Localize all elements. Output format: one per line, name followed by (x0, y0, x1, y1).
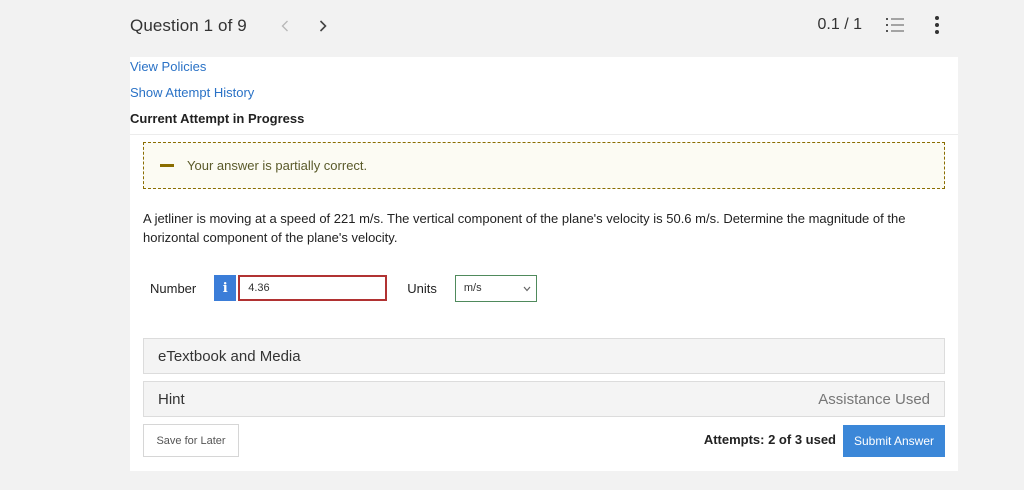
next-question-button[interactable] (319, 20, 327, 32)
save-for-later-button[interactable]: Save for Later (143, 424, 239, 457)
answer-row: Number i Units m/s (150, 274, 537, 302)
attempt-status-label: Current Attempt in Progress (130, 111, 305, 126)
info-button[interactable]: i (214, 275, 237, 301)
list-icon[interactable] (886, 17, 904, 33)
hint-label: Hint (158, 390, 185, 408)
units-label: Units (407, 280, 437, 296)
number-input[interactable] (238, 275, 388, 301)
hint-accordion[interactable]: Hint Assistance Used (143, 381, 945, 417)
etextbook-label: eTextbook and Media (158, 347, 301, 365)
attempts-counter: Attempts: 2 of 3 used (703, 432, 836, 447)
divider (130, 134, 958, 135)
question-panel: View Policies Show Attempt History Curre… (130, 57, 958, 471)
show-attempt-history-link[interactable]: Show Attempt History (130, 85, 254, 100)
feedback-text: Your answer is partially correct. (187, 158, 368, 173)
question-title: Question 1 of 9 (130, 16, 247, 35)
more-vertical-icon[interactable] (934, 15, 940, 35)
feedback-banner: Your answer is partially correct. (143, 142, 945, 189)
chevron-left-icon (281, 20, 288, 32)
number-label: Number (150, 280, 197, 296)
view-policies-link[interactable]: View Policies (130, 59, 206, 74)
chevron-right-icon (319, 20, 327, 32)
hint-status: Assistance Used (818, 390, 930, 408)
previous-question-button[interactable] (281, 20, 289, 32)
submit-answer-button[interactable]: Submit Answer (843, 425, 945, 457)
etextbook-accordion[interactable]: eTextbook and Media (143, 338, 945, 374)
question-header: Question 1 of 9 0.1 / 1 (130, 0, 958, 52)
chevron-down-icon (523, 286, 531, 291)
score: 0.1 / 1 (817, 16, 862, 33)
units-selected-value: m/s (463, 282, 482, 294)
question-text: A jetliner is moving at a speed of 221 m… (143, 211, 906, 245)
units-select[interactable]: m/s (454, 274, 537, 302)
minus-icon (160, 164, 174, 167)
